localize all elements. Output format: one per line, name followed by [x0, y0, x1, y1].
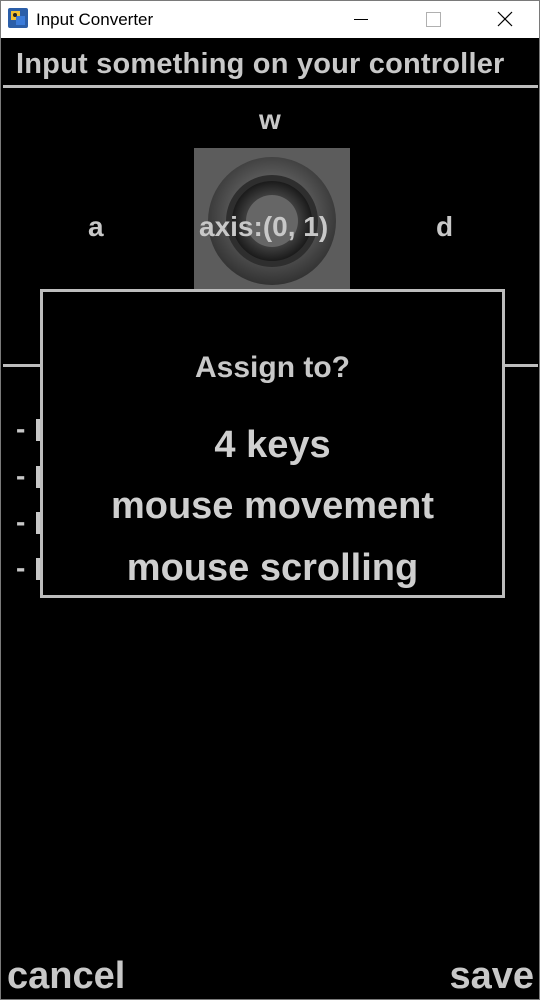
cancel-button[interactable]: cancel [7, 955, 125, 998]
axis-readout: axis:(0, 1) [199, 211, 329, 242]
main-content: Input something on your controller w a a… [3, 39, 538, 998]
list-bullet: - [16, 460, 26, 491]
option-4-keys[interactable]: 4 keys [43, 424, 502, 467]
right-key-label: d [436, 211, 454, 242]
instruction-text: Input something on your controller [16, 48, 505, 80]
left-key-label: a [88, 211, 104, 242]
title-bar[interactable]: Input Converter [1, 1, 539, 38]
window-title: Input Converter [36, 10, 154, 29]
dialog-title: Assign to? [195, 351, 350, 384]
maximize-button[interactable] [398, 1, 468, 38]
assign-dialog: Assign to? 4 keys mouse movement mouse s… [40, 289, 505, 598]
minimize-icon [354, 19, 368, 20]
list-bullet: - [16, 413, 26, 444]
close-button[interactable] [470, 1, 539, 38]
save-button[interactable]: save [449, 955, 534, 998]
app-icon [7, 7, 29, 29]
app-window: Input Converter Input something on your … [0, 0, 540, 1000]
minimize-button[interactable] [326, 1, 396, 38]
maximize-icon [426, 12, 441, 27]
option-mouse-movement[interactable]: mouse movement [43, 485, 502, 528]
list-bullet: - [16, 506, 26, 537]
close-icon [497, 11, 513, 27]
up-key-label: w [259, 104, 281, 135]
header-divider [3, 85, 538, 88]
option-mouse-scrolling[interactable]: mouse scrolling [43, 547, 502, 590]
list-bullet: - [16, 552, 26, 583]
